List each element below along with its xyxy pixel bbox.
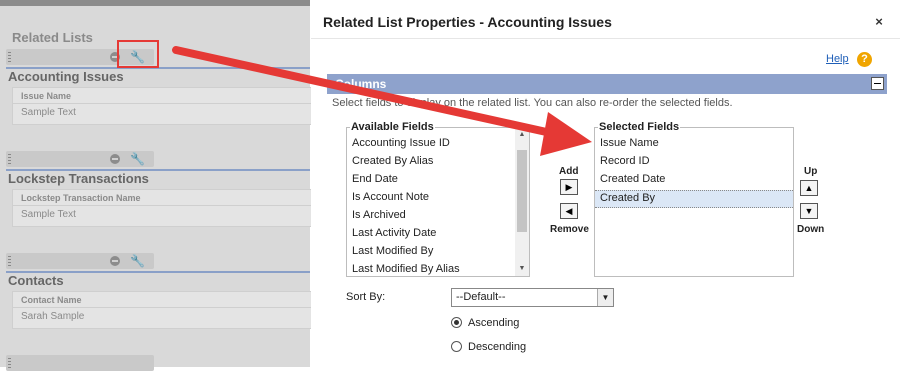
header-divider (13, 205, 311, 206)
descending-radio[interactable] (451, 341, 462, 352)
scroll-up-icon[interactable]: ▲ (515, 129, 529, 141)
list-item[interactable]: Is Archived (352, 209, 406, 221)
list-item[interactable]: End Date (352, 173, 398, 185)
related-lists-title: Related Lists (12, 30, 93, 45)
remove-label: Remove (550, 224, 589, 235)
down-label: Down (797, 224, 825, 235)
section-table: Lockstep Transaction Name Sample Text (12, 189, 312, 227)
column-header: Lockstep Transaction Name (21, 193, 141, 203)
list-item[interactable]: Record ID (600, 155, 650, 167)
descending-label: Descending (468, 341, 527, 353)
remove-icon[interactable] (110, 256, 120, 266)
instructions-text: Select fields to display on the related … (332, 97, 733, 109)
scrollbar-thumb[interactable] (517, 150, 527, 232)
list-item[interactable]: Is Account Note (352, 191, 429, 203)
up-label: Up (804, 166, 818, 177)
available-fields-legend: Available Fields (350, 121, 435, 133)
list-item[interactable]: Accounting Issue ID (352, 137, 450, 149)
header-divider (13, 307, 311, 308)
columns-section-header: Columns (327, 74, 887, 94)
section-toolbar[interactable]: 🔧 (6, 253, 154, 269)
ascending-label: Ascending (468, 317, 520, 329)
remove-button[interactable]: ◀ (560, 203, 578, 219)
sort-by-select[interactable]: --Default-- ▼ (451, 288, 614, 307)
scrollbar[interactable]: ▲ ▼ (515, 128, 529, 276)
title-divider (311, 38, 900, 39)
close-icon[interactable]: × (871, 14, 887, 30)
related-list-properties-dialog: Related List Properties - Accounting Iss… (311, 0, 900, 367)
list-item[interactable]: Created Date (600, 173, 665, 185)
drag-handle-icon[interactable] (8, 256, 11, 266)
drag-handle-icon[interactable] (8, 154, 11, 164)
list-item[interactable]: Created By Alias (352, 155, 433, 167)
drag-handle-icon[interactable] (8, 52, 11, 62)
help-icon[interactable]: ? (857, 52, 872, 67)
move-up-button[interactable]: ▲ (800, 180, 818, 196)
list-item-selected[interactable]: Created By (600, 192, 655, 204)
section-table: Contact Name Sarah Sample (12, 291, 312, 329)
add-button[interactable]: ▶ (560, 179, 578, 195)
section-title: Lockstep Transactions (8, 171, 149, 186)
add-label: Add (559, 166, 579, 177)
section-toolbar[interactable]: 🔧 (6, 151, 154, 167)
section-title: Accounting Issues (8, 69, 124, 84)
background-page: Related Lists 🔧 Accounting Issues Issue … (0, 0, 312, 371)
sort-by-label: Sort By: (346, 291, 386, 303)
scroll-down-icon[interactable]: ▼ (515, 263, 529, 275)
table-cell: Sample Text (21, 107, 76, 118)
dialog-title: Related List Properties - Accounting Iss… (323, 14, 612, 30)
section-toolbar[interactable] (6, 355, 154, 371)
top-bar (0, 0, 310, 6)
related-list-section (6, 355, 310, 371)
section-table: Issue Name Sample Text (12, 87, 312, 125)
table-cell: Sample Text (21, 209, 76, 220)
column-header: Issue Name (21, 91, 72, 101)
ascending-radio[interactable] (451, 317, 462, 328)
help-link[interactable]: Help (826, 53, 849, 65)
related-list-section: 🔧 Contacts Contact Name Sarah Sample (6, 253, 312, 333)
selected-fields-legend: Selected Fields (598, 121, 681, 133)
collapse-button[interactable] (871, 77, 884, 90)
list-item[interactable]: Issue Name (600, 137, 659, 149)
column-header: Contact Name (21, 295, 82, 305)
list-item[interactable]: Last Modified By (352, 245, 433, 257)
available-fields-list[interactable]: Available Fields Accounting Issue ID Cre… (346, 121, 530, 277)
list-item[interactable]: Last Activity Date (352, 227, 436, 239)
sort-by-value: --Default-- (456, 291, 506, 303)
chevron-down-icon[interactable]: ▼ (597, 289, 613, 306)
annotation-highlight-box (117, 40, 159, 68)
related-list-section: 🔧 Lockstep Transactions Lockstep Transac… (6, 151, 312, 231)
list-item[interactable]: Last Modified By Alias (352, 263, 460, 275)
move-down-button[interactable]: ▼ (800, 203, 818, 219)
wrench-icon[interactable]: 🔧 (130, 254, 145, 268)
header-divider (13, 103, 311, 104)
table-cell: Sarah Sample (21, 311, 85, 322)
section-title: Contacts (8, 273, 64, 288)
wrench-icon[interactable]: 🔧 (130, 152, 145, 166)
remove-icon[interactable] (110, 154, 120, 164)
columns-label: Columns (335, 77, 387, 91)
selected-fields-list[interactable]: Selected Fields Issue Name Record ID Cre… (594, 121, 794, 277)
